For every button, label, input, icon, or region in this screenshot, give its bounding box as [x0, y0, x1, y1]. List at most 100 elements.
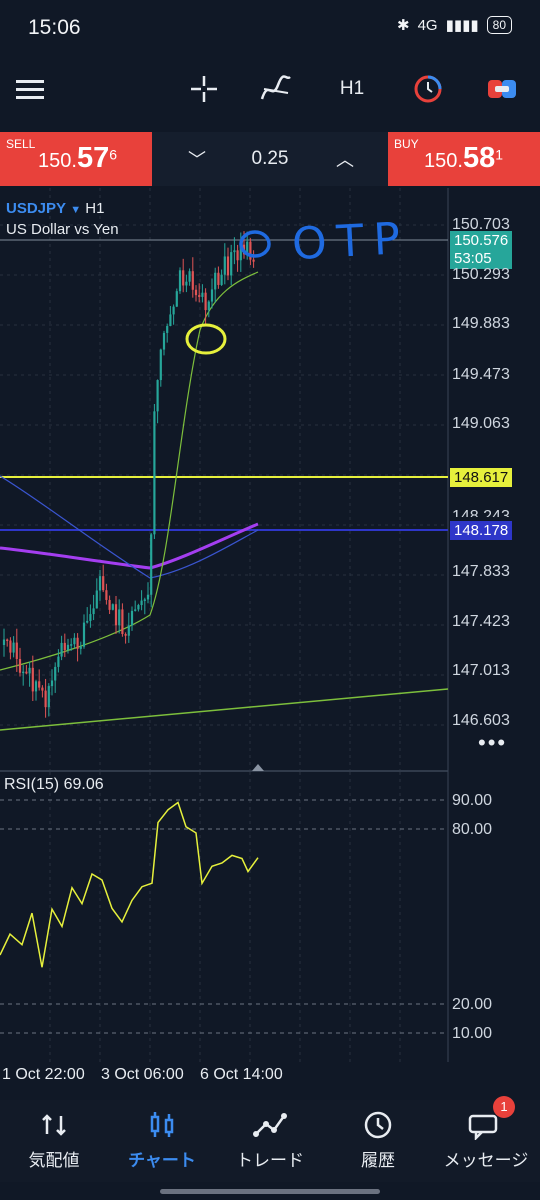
- home-indicator[interactable]: [160, 1189, 380, 1194]
- crosshair-icon[interactable]: [182, 58, 226, 120]
- candle-body: [207, 301, 210, 311]
- menu-icon[interactable]: [8, 58, 52, 120]
- candle-body: [63, 642, 66, 650]
- nav-chart[interactable]: チャート: [108, 1100, 216, 1182]
- candle-body: [146, 594, 150, 600]
- candle-body: [38, 681, 41, 688]
- network-label: 4G: [417, 16, 438, 34]
- candle-body: [127, 625, 130, 636]
- y-label: 149.883: [452, 315, 510, 332]
- candle-body: [210, 289, 214, 302]
- buy-price: 150.581: [424, 142, 503, 174]
- candle-body: [153, 411, 156, 535]
- candle-body: [102, 576, 105, 591]
- status-bar: 15:06 ✱ 4G ▮▮▮▮ 80: [0, 0, 540, 56]
- chart-grid: [0, 188, 448, 1062]
- candle-body: [162, 332, 166, 350]
- candle-body: [191, 271, 194, 290]
- candle-body: [134, 609, 137, 611]
- battery-icon: 80: [486, 16, 512, 34]
- current-price-tag: 150.576 53:05: [450, 231, 513, 269]
- candle-body: [18, 659, 22, 673]
- candle-body: [50, 680, 54, 687]
- timeframe-button[interactable]: H1: [330, 58, 374, 120]
- yellow-circle-annotation[interactable]: [185, 323, 227, 355]
- clock-icon[interactable]: [406, 58, 450, 120]
- candle-body: [226, 256, 230, 276]
- history-icon: [324, 1110, 432, 1140]
- candle-body: [76, 637, 79, 649]
- yellow-line-tag: 148.617: [450, 468, 513, 487]
- candle-body: [44, 690, 47, 708]
- candle-body: [31, 667, 34, 692]
- candle-body: [233, 250, 236, 253]
- candle-body: [79, 646, 82, 649]
- candle-body: [143, 599, 146, 601]
- candle-body: [185, 281, 188, 286]
- pane-resize-handle-icon[interactable]: [252, 764, 264, 771]
- chart-symbol[interactable]: USDJPY ▼ H1: [6, 200, 104, 217]
- message-icon: [432, 1110, 540, 1142]
- sell-button[interactable]: SELL 150.576: [0, 132, 152, 186]
- candle-body: [201, 292, 204, 297]
- candle-body: [28, 667, 31, 674]
- candle-body: [156, 380, 159, 412]
- candle-body: [73, 637, 76, 645]
- bluetooth-icon: ✱: [397, 17, 410, 34]
- candle-body: [108, 599, 111, 610]
- bottom-navigation: 気配値 チャート トレード 履歴 1 メッセージ: [0, 1096, 540, 1182]
- y-label: 148.243: [452, 508, 510, 517]
- otp-annotation[interactable]: OTP: [291, 213, 412, 270]
- y-label: 146.603: [452, 712, 510, 729]
- candle-body: [252, 259, 255, 262]
- candle-body: [6, 639, 9, 642]
- candle-body: [22, 671, 25, 674]
- candle-body: [172, 306, 175, 315]
- rsi-level-label: 90.00: [452, 792, 493, 809]
- candle-body: [223, 256, 226, 275]
- nav-history[interactable]: 履歴: [324, 1100, 432, 1182]
- candle-body: [9, 640, 12, 653]
- quotes-icon: [0, 1110, 108, 1140]
- candle-body: [118, 609, 121, 626]
- ma-blue-line: [0, 475, 259, 579]
- y-label: 149.063: [452, 415, 510, 432]
- nav-trade[interactable]: トレード: [216, 1100, 324, 1182]
- candle-body: [194, 289, 198, 296]
- indicators-icon[interactable]: [254, 58, 298, 120]
- candle-body: [188, 271, 191, 282]
- candle-body: [182, 270, 185, 286]
- candle-body: [198, 295, 201, 297]
- buy-button[interactable]: BUY 150.581: [388, 132, 540, 186]
- y-label: 147.423: [452, 613, 510, 630]
- nav-messages[interactable]: 1 メッセージ: [432, 1096, 540, 1182]
- candle-body: [82, 622, 86, 647]
- candle-body: [150, 534, 153, 595]
- ma-green-line: [0, 271, 259, 671]
- candle-body: [169, 314, 172, 327]
- candle-body: [114, 604, 118, 626]
- lot-increase-icon[interactable]: ︿: [336, 146, 354, 172]
- candle-body: [175, 291, 178, 307]
- candle-body: [214, 272, 217, 290]
- candle-body: [204, 292, 207, 311]
- chart-description: US Dollar vs Yen: [6, 221, 119, 238]
- trendline[interactable]: [0, 688, 449, 731]
- chart-icon: [108, 1110, 216, 1140]
- nav-quotes[interactable]: 気配値: [0, 1100, 108, 1182]
- candle-body: [92, 608, 95, 615]
- more-options-icon[interactable]: •••: [478, 730, 507, 756]
- candle-body: [41, 687, 44, 691]
- blue-circle-annotation[interactable]: [239, 230, 271, 258]
- candle-body: [121, 609, 124, 635]
- trade-toggle-icon[interactable]: [480, 58, 524, 120]
- status-time: 15:06: [28, 16, 81, 39]
- lot-size-control: ﹀ 0.25 ︿: [152, 132, 388, 186]
- candle-body: [66, 644, 70, 650]
- y-label: 147.833: [452, 563, 510, 580]
- candle-body: [230, 252, 233, 276]
- x-label: 6 Oct 14:00: [200, 1066, 283, 1083]
- candle-body: [15, 642, 18, 660]
- candle-body: [60, 642, 63, 657]
- status-icons: ✱ 4G ▮▮▮▮ 80: [397, 16, 512, 34]
